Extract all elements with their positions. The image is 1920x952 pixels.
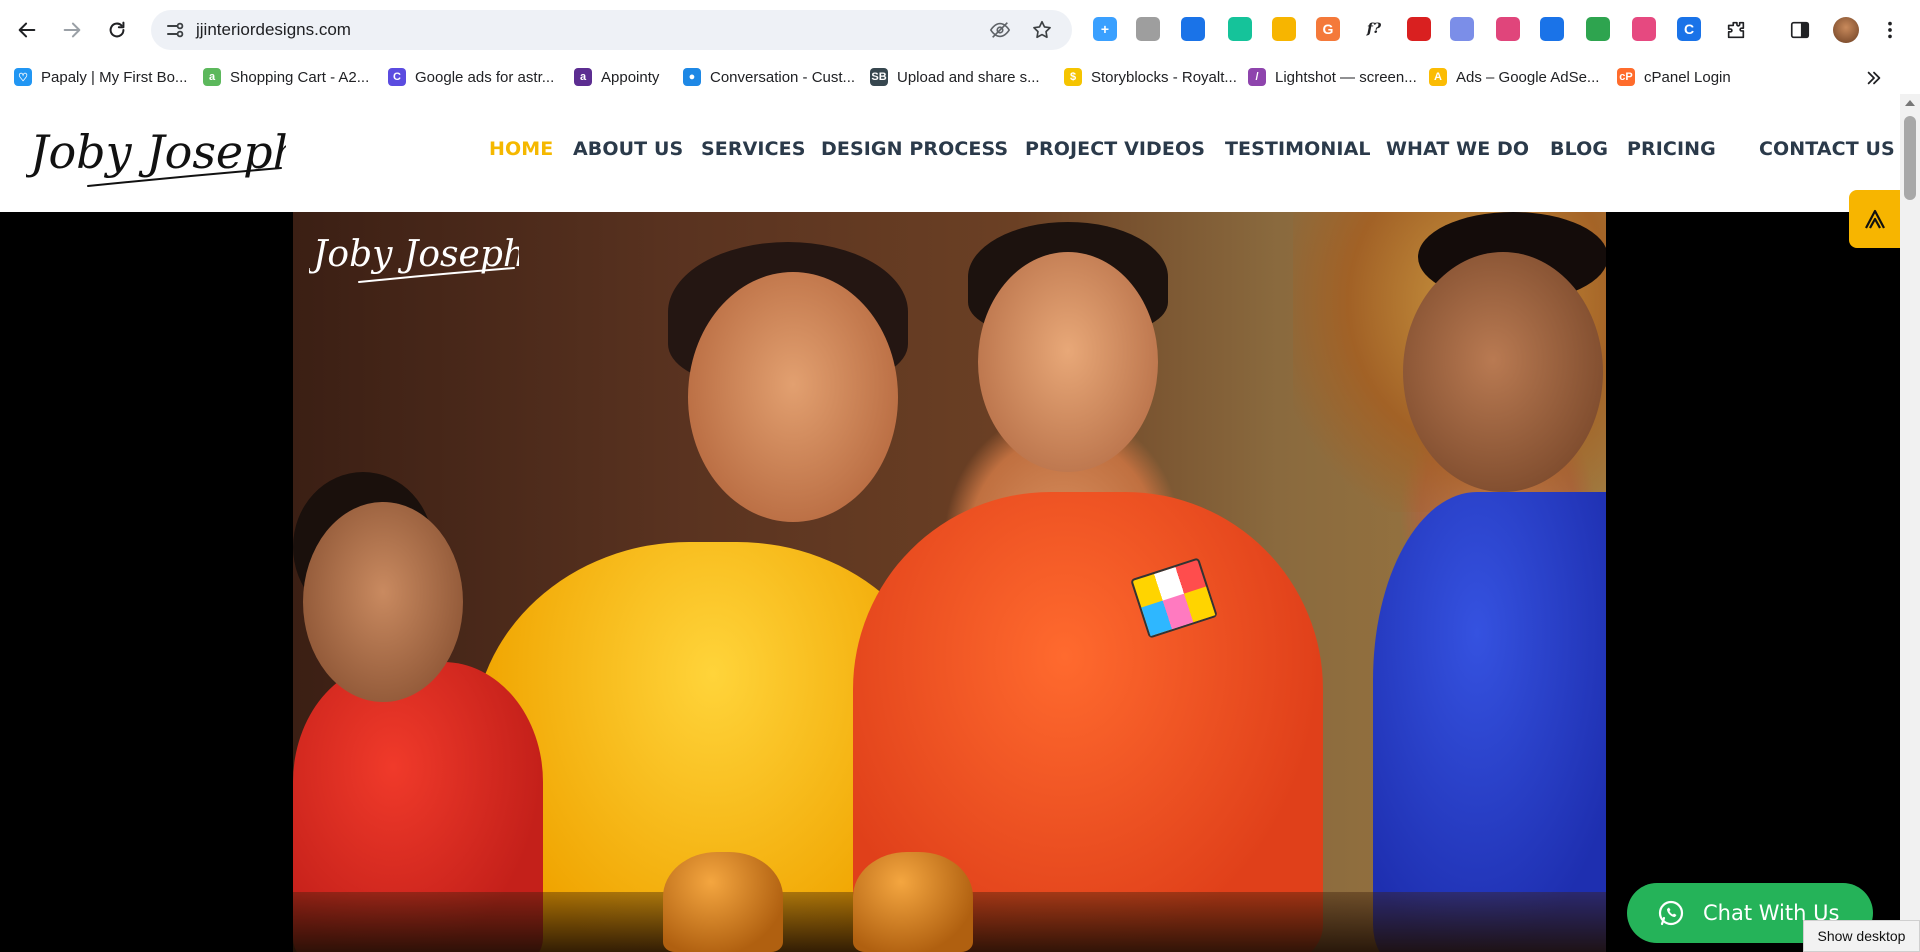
bookmark-item[interactable]: ● Conversation - Cust... [683,66,855,88]
forward-arrow-icon [63,22,81,38]
scroll-thumb[interactable] [1904,116,1916,200]
bookmark-item[interactable]: SB Upload and share s... [870,66,1040,88]
accessibility-icon [1864,209,1885,229]
eye-off-icon[interactable] [989,19,1011,41]
play-extension-icon[interactable] [1181,17,1205,41]
plus-extension-icon[interactable]: + [1093,17,1117,41]
chrome-menu-button[interactable] [1872,12,1908,48]
show-desktop-tooltip: Show desktop [1803,920,1920,952]
nav-design-process[interactable]: DESIGN PROCESS [821,138,1008,160]
side-panel-button[interactable] [1782,12,1818,48]
bookmark-label: Upload and share s... [897,68,1040,86]
puzzle-icon [1727,21,1745,39]
sheet-extension-icon[interactable] [1586,17,1610,41]
site-header: Joby Joseph HOME ABOUT US SERVICES DESIGN P… [0,94,1900,212]
web-page: Joby Joseph HOME ABOUT US SERVICES DESIGN P… [0,94,1920,952]
photo-watermark-logo: Joby Joseph [309,234,519,283]
bookmark-item[interactable]: a Shopping Cart - A2... [203,66,369,88]
bookmark-label: Lightshot — screen... [1275,68,1417,86]
c-icon: C [388,68,406,86]
bookmark-label: cPanel Login [1644,68,1731,86]
appointy-icon: a [574,68,592,86]
bookmark-label: Shopping Cart - A2... [230,68,370,86]
bookmark-label: Google ads for astr... [415,68,555,86]
reload-button[interactable] [99,12,135,48]
bookmark-item[interactable]: $ Storyblocks - Royalt... [1064,66,1237,88]
svg-text:Joby Joseph: Joby Joseph [309,234,519,275]
more-bookmarks-chevron-icon[interactable] [1862,66,1886,90]
pink-extension-icon[interactable] [1632,17,1656,41]
c-extension-icon[interactable]: C [1677,17,1701,41]
color-wheel-extension-icon[interactable] [1496,17,1520,41]
bookmark-item[interactable]: A Ads – Google AdSe... [1429,66,1599,88]
dollar-icon: $ [1064,68,1082,86]
site-logo[interactable]: Joby Joseph [22,110,302,200]
heart-icon: ♡ [14,68,32,86]
nav-home[interactable]: HOME [489,138,553,160]
cpanel-icon: cP [1617,68,1635,86]
url-text[interactable]: jjinteriordesigns.com [196,20,351,40]
bookmark-label: Storyblocks - Royalt... [1091,68,1237,86]
whatsapp-icon [1658,900,1684,926]
bookmark-label: Appointy [601,68,660,86]
kebab-menu-icon [1888,21,1892,39]
chat-bubble-icon: ● [683,68,701,86]
back-button[interactable] [9,12,45,48]
team-extension-icon[interactable] [1450,17,1474,41]
a2-icon: a [203,68,221,86]
vector-extension-icon[interactable] [1272,17,1296,41]
adsense-icon: A [1429,68,1447,86]
bookmark-label: Papaly | My First Bo... [41,68,188,86]
bookmark-label: Ads – Google AdSe... [1456,68,1600,86]
bookmark-item[interactable]: cP cPanel Login [1617,66,1731,88]
bookmark-item[interactable]: a Appointy [574,66,659,88]
dots-extension-icon[interactable] [1407,17,1431,41]
nav-testimonial[interactable]: TESTIMONIAL [1225,138,1371,160]
extensions-menu-button[interactable] [1718,12,1754,48]
bookmarks-bar: ♡ Papaly | My First Bo... a Shopping Cart -… [0,60,1920,94]
accessibility-widget-button[interactable] [1849,190,1900,248]
forward-button[interactable] [54,12,90,48]
reload-icon [109,21,125,38]
grammarly-extension-icon[interactable] [1228,17,1252,41]
bookmark-item[interactable]: C Google ads for astr... [388,66,554,88]
nav-blog[interactable]: BLOG [1550,138,1608,160]
site-info-icon[interactable] [164,19,186,41]
scroll-up-arrow-icon[interactable] [1905,100,1915,106]
nav-about-us[interactable]: ABOUT US [573,138,683,160]
page-scrollbar[interactable] [1900,94,1920,952]
side-panel-icon [1790,21,1810,39]
tag-extension-icon[interactable] [1540,17,1564,41]
bookmark-item[interactable]: / Lightshot — screen... [1248,66,1417,88]
browser-toolbar: jjinteriordesigns.com + Gf? C [0,0,1920,60]
nav-project-videos[interactable]: PROJECT VIDEOS [1025,138,1205,160]
nav-what-we-do[interactable]: WHAT WE DO [1386,138,1529,160]
feather-icon: / [1248,68,1266,86]
g-extension-icon[interactable]: G [1316,17,1340,41]
bookmark-item[interactable]: ♡ Papaly | My First Bo... [14,66,187,88]
bookmark-star-icon[interactable] [1031,19,1053,41]
nav-contact-us[interactable]: CONTACT US [1759,138,1895,160]
sb-icon: SB [870,68,888,86]
formula-extension-icon[interactable]: f? [1362,17,1386,41]
address-bar[interactable]: jjinteriordesigns.com [151,10,1072,50]
profile-avatar[interactable] [1828,12,1864,48]
camera-extension-icon[interactable] [1136,17,1160,41]
hero-section: Joby Joseph [0,212,1900,952]
back-arrow-icon [18,22,36,38]
nav-pricing[interactable]: PRICING [1627,138,1716,160]
bookmark-label: Conversation - Cust... [710,68,856,86]
hero-family-photo: Joby Joseph [293,212,1606,952]
nav-services[interactable]: SERVICES [701,138,805,160]
